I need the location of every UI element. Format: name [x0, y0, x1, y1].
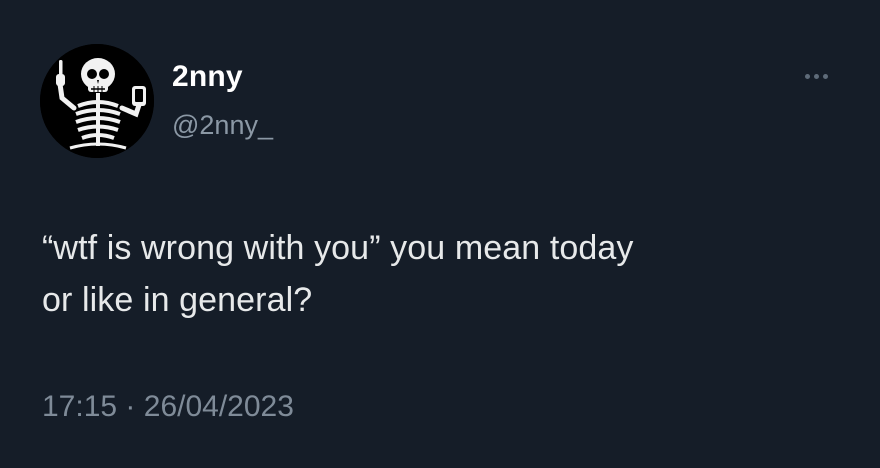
timestamp-separator: ·	[125, 390, 136, 423]
tweet-timestamp[interactable]: 17:15 · 26/04/2023	[42, 390, 294, 424]
avatar[interactable]	[40, 44, 154, 158]
more-horizontal-icon	[813, 73, 819, 79]
author-handle[interactable]: @2nny_	[172, 110, 273, 141]
tweet-date: 26/04/2023	[143, 390, 294, 423]
more-horizontal-icon	[822, 73, 828, 79]
tweet-text: “wtf is wrong with you” you mean today o…	[42, 229, 634, 319]
more-options-button[interactable]	[796, 62, 836, 90]
tweet-card: 2nny @2nny_ “wtf is wrong with you” you …	[0, 0, 880, 468]
more-horizontal-icon	[804, 73, 810, 79]
skeleton-avatar-icon	[40, 44, 154, 158]
author-display-name[interactable]: 2nny	[172, 60, 243, 94]
tweet-time: 17:15	[42, 390, 118, 423]
